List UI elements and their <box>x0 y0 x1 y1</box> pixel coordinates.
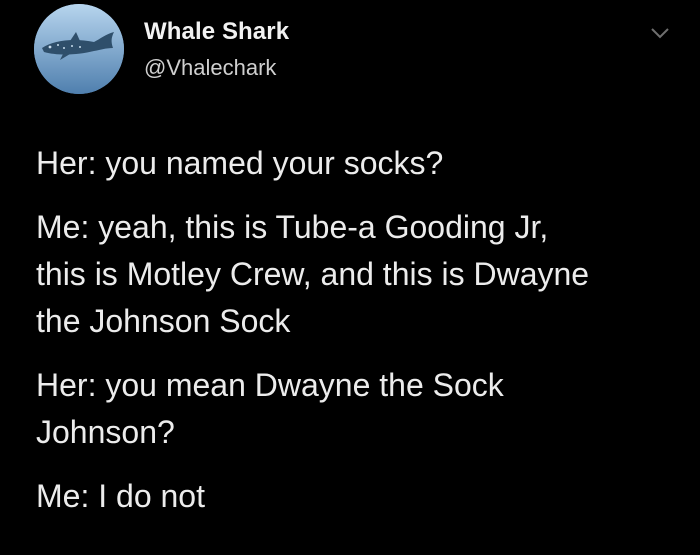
author-name[interactable]: Whale Shark <box>144 18 289 46</box>
tweet-text: Her: you named your socks? Me: yeah, thi… <box>36 140 676 520</box>
tweet-line: this is Motley Crew, and this is Dwayne <box>36 256 590 292</box>
whale-shark-avatar-icon <box>34 4 124 94</box>
tweet-card: Whale Shark @Vhalechark Her: you named y… <box>0 0 700 555</box>
tweet-paragraph: Her: you mean Dwayne the Sock Johnson? <box>36 362 676 456</box>
tweet-line: Her: you mean Dwayne the Sock <box>36 367 504 403</box>
tweet-line: the Johnson Sock <box>36 303 291 339</box>
tweet-line: Her: you named your socks? <box>36 145 444 181</box>
tweet-line: Johnson? <box>36 414 175 450</box>
chevron-down-icon[interactable] <box>650 26 670 40</box>
tweet-paragraph: Her: you named your socks? <box>36 140 676 187</box>
tweet-paragraph: Me: I do not <box>36 473 676 520</box>
tweet-paragraph: Me: yeah, this is Tube-a Gooding Jr, thi… <box>36 204 676 345</box>
tweet-line: Me: yeah, this is Tube-a Gooding Jr, <box>36 209 549 245</box>
author-handle[interactable]: @Vhalechark <box>144 55 276 81</box>
avatar[interactable] <box>34 4 124 94</box>
tweet-line: Me: I do not <box>36 478 205 514</box>
